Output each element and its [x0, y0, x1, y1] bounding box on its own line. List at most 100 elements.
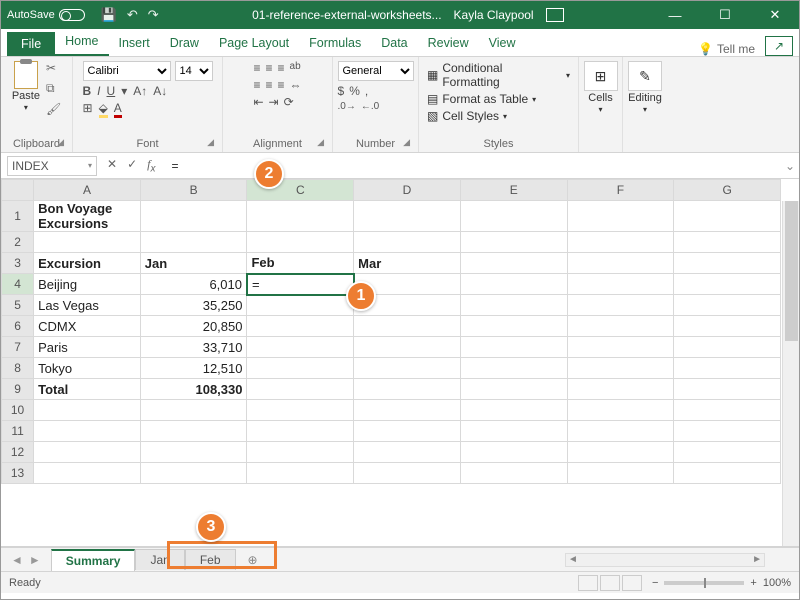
row-header[interactable]: 3 [2, 253, 34, 274]
cell[interactable] [674, 379, 781, 400]
cell[interactable] [567, 274, 674, 295]
cell[interactable] [34, 421, 141, 442]
cell[interactable] [140, 232, 247, 253]
decrease-font-icon[interactable]: A↓ [153, 84, 167, 98]
increase-decimal-icon[interactable]: .0→ [338, 101, 356, 112]
cell[interactable] [354, 232, 461, 253]
comma-icon[interactable]: , [365, 84, 368, 98]
conditional-formatting-button[interactable]: ▦Conditional Formatting▾ [427, 61, 570, 89]
cancel-formula-icon[interactable]: ✕ [107, 157, 117, 174]
tab-formulas[interactable]: Formulas [299, 31, 371, 56]
cell[interactable] [567, 295, 674, 316]
undo-icon[interactable]: ↶ [127, 7, 138, 23]
cell[interactable] [34, 232, 141, 253]
cell[interactable] [460, 463, 567, 484]
cell[interactable] [34, 442, 141, 463]
column-header[interactable]: E [460, 180, 567, 201]
column-header[interactable]: F [567, 180, 674, 201]
account-icon[interactable] [546, 8, 564, 22]
cell[interactable]: Mar [354, 253, 461, 274]
cell[interactable] [460, 442, 567, 463]
cell[interactable] [34, 463, 141, 484]
column-header[interactable]: A [34, 180, 141, 201]
row-header[interactable]: 5 [2, 295, 34, 316]
editing-button[interactable]: ✎ Editing ▾ [628, 61, 662, 114]
cell[interactable] [674, 201, 781, 232]
row-header[interactable]: 11 [2, 421, 34, 442]
increase-font-icon[interactable]: A↑ [133, 84, 147, 98]
cell[interactable] [247, 295, 354, 316]
cell[interactable] [460, 232, 567, 253]
cell[interactable] [567, 463, 674, 484]
cell[interactable] [460, 358, 567, 379]
cell[interactable] [674, 295, 781, 316]
cell[interactable] [460, 253, 567, 274]
cell[interactable]: Paris [34, 337, 141, 358]
cell[interactable] [354, 337, 461, 358]
fx-icon[interactable]: fx [147, 157, 155, 174]
page-break-view-icon[interactable] [622, 575, 642, 591]
cell[interactable] [247, 337, 354, 358]
row-header[interactable]: 10 [2, 400, 34, 421]
tell-me-search[interactable]: 💡 Tell me [698, 42, 755, 56]
cell[interactable]: Las Vegas [34, 295, 141, 316]
cell[interactable] [460, 421, 567, 442]
cell[interactable]: Tokyo [34, 358, 141, 379]
column-header[interactable]: B [140, 180, 247, 201]
share-button[interactable]: ↗ [765, 36, 793, 56]
cell[interactable] [674, 463, 781, 484]
cell[interactable] [567, 253, 674, 274]
cell[interactable] [140, 463, 247, 484]
dialog-launcher-icon[interactable]: ◢ [57, 137, 64, 148]
cell[interactable] [567, 358, 674, 379]
cell[interactable] [674, 253, 781, 274]
horizontal-scrollbar[interactable]: ◄► [565, 553, 765, 567]
cell[interactable] [674, 316, 781, 337]
cell[interactable]: 20,850 [140, 316, 247, 337]
cell[interactable]: Feb [247, 253, 354, 274]
cell[interactable] [567, 201, 674, 232]
cell[interactable]: Excursion [34, 253, 141, 274]
borders-icon[interactable]: ⊞ [83, 101, 93, 118]
cell[interactable]: 12,510 [140, 358, 247, 379]
cell[interactable] [247, 232, 354, 253]
decrease-indent-icon[interactable]: ⇤ [253, 95, 263, 109]
cell[interactable] [460, 337, 567, 358]
percent-icon[interactable]: % [349, 84, 360, 98]
close-button[interactable]: ✕ [757, 7, 793, 23]
name-box[interactable]: INDEX ▾ [7, 156, 97, 176]
align-center-icon[interactable]: ≡ [265, 78, 272, 92]
row-header[interactable]: 7 [2, 337, 34, 358]
cell[interactable] [460, 316, 567, 337]
dialog-launcher-icon[interactable]: ◢ [403, 137, 410, 148]
cell[interactable]: = [247, 274, 354, 295]
cell[interactable] [674, 232, 781, 253]
redo-icon[interactable]: ↷ [148, 7, 159, 23]
cell[interactable] [247, 201, 354, 232]
column-header[interactable]: G [674, 180, 781, 201]
cell[interactable] [354, 358, 461, 379]
tab-data[interactable]: Data [371, 31, 417, 56]
page-layout-view-icon[interactable] [600, 575, 620, 591]
merge-icon[interactable]: ⇔ [290, 78, 302, 92]
tab-home[interactable]: Home [55, 29, 108, 56]
align-bottom-icon[interactable]: ≡ [278, 61, 285, 75]
cell[interactable]: 33,710 [140, 337, 247, 358]
tab-review[interactable]: Review [418, 31, 479, 56]
enter-formula-icon[interactable]: ✓ [127, 157, 137, 174]
cell[interactable] [247, 400, 354, 421]
cell[interactable]: 108,330 [140, 379, 247, 400]
cell[interactable] [354, 463, 461, 484]
cell[interactable] [567, 337, 674, 358]
cell[interactable] [674, 400, 781, 421]
cell[interactable] [247, 358, 354, 379]
row-header[interactable]: 2 [2, 232, 34, 253]
bold-button[interactable]: B [83, 84, 92, 98]
cell[interactable] [354, 316, 461, 337]
zoom-slider[interactable] [664, 581, 744, 585]
currency-icon[interactable]: $ [338, 84, 345, 98]
font-color-icon[interactable]: A [114, 101, 122, 118]
cut-icon[interactable]: ✂ [46, 61, 61, 75]
cell[interactable] [354, 379, 461, 400]
row-header[interactable]: 8 [2, 358, 34, 379]
